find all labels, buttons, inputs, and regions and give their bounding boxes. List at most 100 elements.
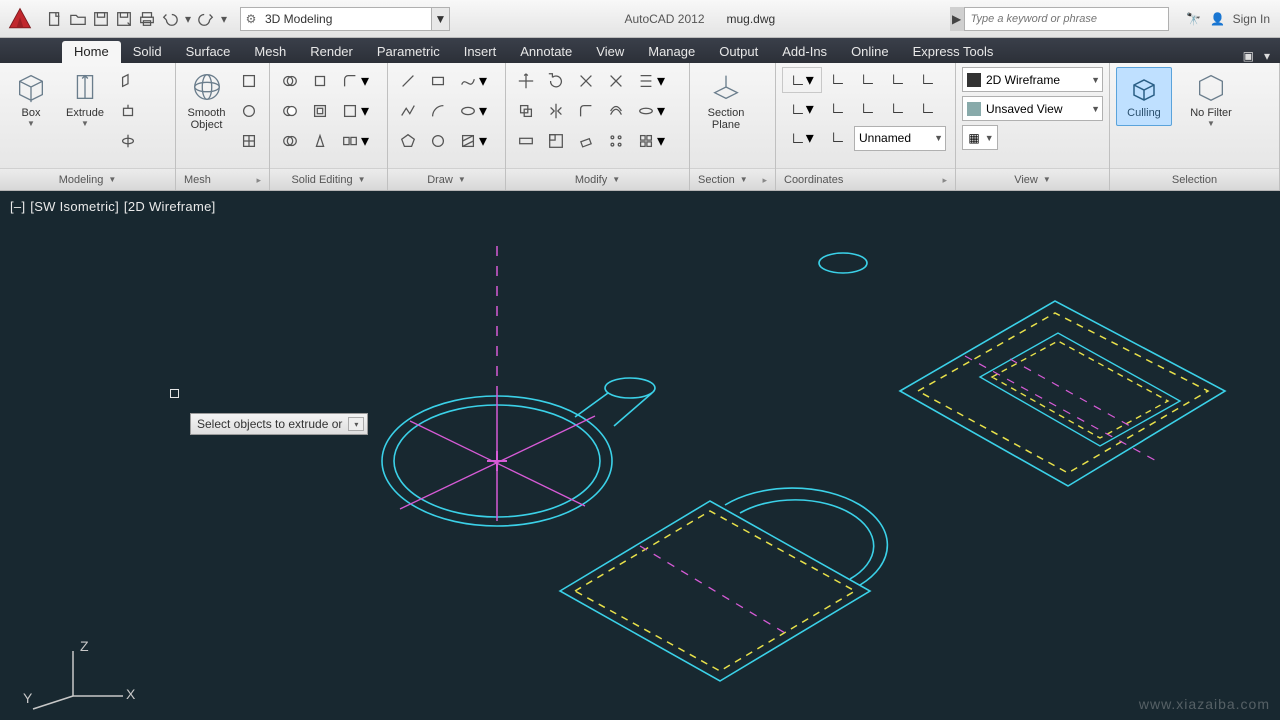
presspull-icon[interactable] — [114, 97, 142, 125]
ucs-3p-icon[interactable]: ∟ — [914, 96, 942, 122]
saveas-icon[interactable] — [113, 8, 135, 30]
user-icon[interactable]: 👤 — [1209, 10, 1227, 28]
ucs-obj-icon[interactable]: ∟ — [854, 96, 882, 122]
mirror-icon[interactable] — [542, 97, 570, 125]
ucs-prev-icon[interactable]: ∟▾ — [782, 96, 822, 122]
section-plane-button[interactable]: Section Plane — [696, 67, 756, 131]
ucs-z-icon[interactable]: ∟ — [914, 67, 942, 93]
search-input[interactable] — [964, 7, 1169, 31]
tab-parametric[interactable]: Parametric — [365, 41, 452, 63]
open-icon[interactable] — [67, 8, 89, 30]
ucs-named-icon[interactable]: ∟ — [824, 125, 852, 151]
rotate-icon[interactable] — [542, 67, 570, 95]
line-icon[interactable] — [394, 67, 422, 95]
culling-button[interactable]: Culling — [1116, 67, 1172, 126]
undo-icon[interactable] — [159, 8, 181, 30]
redo-icon[interactable] — [195, 8, 217, 30]
ucs-world-icon[interactable]: ∟ — [824, 67, 852, 93]
no-filter-button[interactable]: No Filter▼ — [1182, 67, 1240, 127]
save-icon[interactable] — [90, 8, 112, 30]
smooth-object-button[interactable]: Smooth Object — [182, 67, 231, 131]
ribbon-min-icon[interactable]: ▾ — [1264, 49, 1270, 63]
arc-icon[interactable] — [424, 97, 452, 125]
3d-array-icon[interactable]: ▾ — [632, 127, 672, 155]
stretch-icon[interactable] — [512, 127, 540, 155]
circle-icon[interactable] — [424, 127, 452, 155]
taper-face-icon[interactable] — [306, 127, 334, 155]
search-collapse-icon[interactable]: ▶ — [950, 7, 964, 31]
ellipse-icon[interactable]: ▾ — [454, 97, 494, 125]
offset-face-icon[interactable] — [306, 97, 334, 125]
chevron-down-icon[interactable]: ▼ — [431, 8, 449, 30]
tab-annotate[interactable]: Annotate — [508, 41, 584, 63]
viewport[interactable]: [–] [SW Isometric] [2D Wireframe] Select… — [0, 191, 1280, 720]
spline-icon[interactable]: ▾ — [454, 67, 494, 95]
array-icon[interactable] — [602, 127, 630, 155]
trim-icon[interactable] — [572, 67, 600, 95]
ucs-x-icon[interactable]: ∟ — [854, 67, 882, 93]
binoculars-icon[interactable]: 🔭 — [1185, 10, 1203, 28]
tab-addins[interactable]: Add-Ins — [770, 41, 839, 63]
tab-express[interactable]: Express Tools — [901, 41, 1006, 63]
viewport-config-icon[interactable]: ▦▼ — [962, 125, 998, 150]
tab-render[interactable]: Render — [298, 41, 365, 63]
signin-link[interactable]: Sign In — [1233, 12, 1270, 26]
undo-dd-icon[interactable]: ▾ — [182, 8, 194, 30]
panel-solid-editing: ▾ ▾ ▾ Solid Editing▼ — [270, 63, 388, 190]
fillet-icon[interactable] — [572, 97, 600, 125]
new-icon[interactable] — [44, 8, 66, 30]
scale-icon[interactable] — [542, 127, 570, 155]
ucs-origin-icon[interactable]: ∟▾ — [782, 125, 822, 151]
app-logo[interactable] — [0, 0, 40, 38]
mesh-more-icon[interactable] — [235, 67, 263, 95]
print-icon[interactable] — [136, 8, 158, 30]
extrude-face-icon[interactable] — [306, 67, 334, 95]
redo-dd-icon[interactable]: ▾ — [218, 8, 230, 30]
tab-view[interactable]: View — [584, 41, 636, 63]
polygon-icon[interactable] — [394, 127, 422, 155]
revolve-icon[interactable] — [114, 127, 142, 155]
ucs-icon-icon[interactable]: ∟▾ — [782, 67, 822, 93]
box-icon — [13, 69, 49, 105]
mesh-less-icon[interactable] — [235, 97, 263, 125]
tab-mesh[interactable]: Mesh — [242, 41, 298, 63]
workspace-selector[interactable]: ⚙ 3D Modeling ▼ — [240, 7, 450, 31]
tab-insert[interactable]: Insert — [452, 41, 509, 63]
copy-icon[interactable] — [512, 97, 540, 125]
ucs-face-icon[interactable]: ∟ — [824, 96, 852, 122]
featured-apps-icon[interactable]: ▣ — [1243, 49, 1254, 63]
tab-output[interactable]: Output — [707, 41, 770, 63]
subtract-icon[interactable] — [276, 97, 304, 125]
align-icon[interactable]: ▾ — [632, 67, 672, 95]
3d-rotate-icon[interactable]: ▾ — [632, 97, 672, 125]
extrude-button[interactable]: Extrude▼ — [60, 67, 110, 127]
move-icon[interactable] — [512, 67, 540, 95]
intersect-icon[interactable] — [276, 127, 304, 155]
shell-icon[interactable]: ▾ — [336, 97, 376, 125]
polysolid-icon[interactable] — [114, 67, 142, 95]
separate-icon[interactable]: ▾ — [336, 127, 376, 155]
tab-solid[interactable]: Solid — [121, 41, 174, 63]
hatch-icon[interactable]: ▾ — [454, 127, 494, 155]
rectangle-icon[interactable] — [424, 67, 452, 95]
tab-online[interactable]: Online — [839, 41, 901, 63]
saved-view-combo[interactable]: Unsaved View▼ — [962, 96, 1103, 121]
mesh-refine-icon[interactable] — [235, 127, 263, 155]
ucs-named-combo[interactable]: Unnamed▼ — [854, 126, 946, 151]
ucs-view-icon[interactable]: ∟ — [884, 96, 912, 122]
polyline-icon[interactable] — [394, 97, 422, 125]
tab-manage[interactable]: Manage — [636, 41, 707, 63]
drawing-canvas — [0, 191, 1280, 720]
union-icon[interactable] — [276, 67, 304, 95]
visual-style-swatch-icon — [967, 73, 981, 87]
offset-icon[interactable] — [602, 97, 630, 125]
visual-style-combo[interactable]: 2D Wireframe▼ — [962, 67, 1103, 92]
tab-home[interactable]: Home — [62, 41, 121, 63]
erase-icon[interactable] — [572, 127, 600, 155]
box-button[interactable]: Box▼ — [6, 67, 56, 127]
tab-surface[interactable]: Surface — [174, 41, 243, 63]
quick-access-toolbar: ▾ ▾ — [40, 8, 234, 30]
ucs-y-icon[interactable]: ∟ — [884, 67, 912, 93]
explode-icon[interactable] — [602, 67, 630, 95]
fillet-edge-icon[interactable]: ▾ — [336, 67, 376, 95]
